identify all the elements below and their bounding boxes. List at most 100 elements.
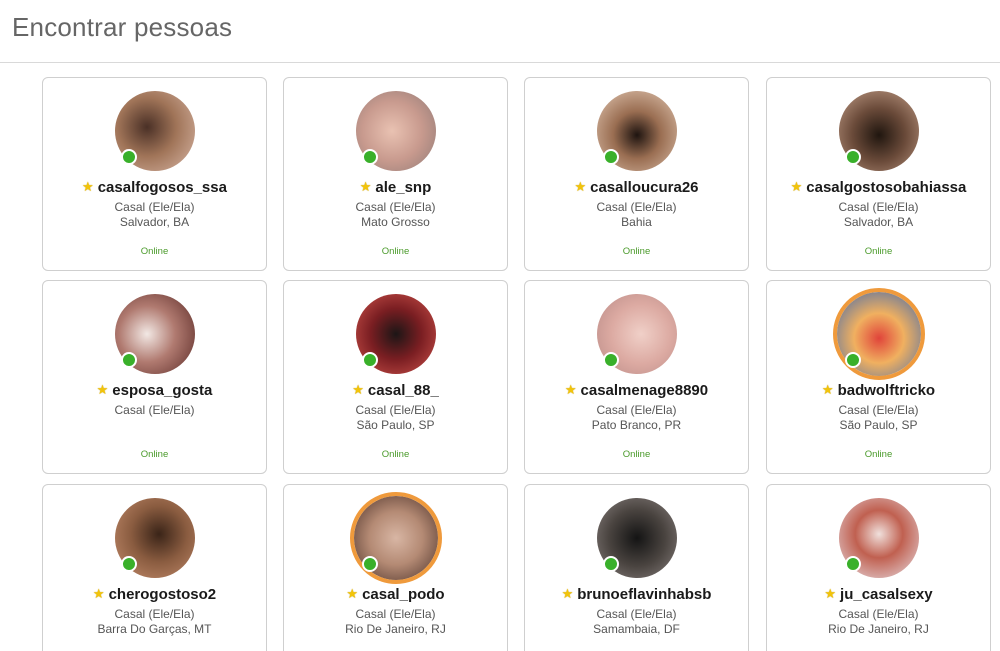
profile-card[interactable]: ★ ale_snp Casal (Ele/Ela) Mato Grosso Online	[283, 77, 508, 271]
location-label: Salvador, BA	[119, 215, 190, 229]
gender-label: Casal (Ele/Ela)	[838, 403, 919, 417]
profile-name[interactable]: ★ ale_snp	[284, 179, 507, 196]
avatar-container[interactable]	[115, 294, 195, 374]
avatar-container[interactable]	[115, 91, 195, 171]
gender-label: Casal (Ele/Ela)	[596, 200, 677, 214]
profile-card[interactable]: ★ casal_88_ Casal (Ele/Ela) São Paulo, SP On…	[283, 280, 508, 474]
gender-label: Casal (Ele/Ela)	[114, 607, 195, 621]
avatar-container[interactable]	[839, 498, 919, 578]
avatar-container[interactable]	[839, 91, 919, 171]
avatar-container[interactable]	[833, 288, 925, 380]
star-icon: ★	[346, 586, 359, 601]
gender-label: Casal (Ele/Ela)	[838, 200, 919, 214]
status-label: Online	[864, 246, 893, 257]
online-dot-icon	[362, 149, 378, 165]
username-label[interactable]: casalloucura26	[590, 179, 698, 196]
username-label[interactable]: ju_casalsexy	[840, 586, 933, 603]
page-title: Encontrar pessoas	[12, 12, 233, 42]
avatar-container[interactable]	[350, 492, 442, 584]
star-icon: ★	[824, 586, 837, 601]
star-icon: ★	[564, 382, 577, 397]
online-dot-icon	[121, 149, 137, 165]
status-label: Online	[622, 449, 651, 460]
location-label: Bahia	[621, 215, 652, 229]
online-dot-icon	[121, 352, 137, 368]
profile-card[interactable]: ★ badwolftricko Casal (Ele/Ela) São Paulo, …	[766, 280, 991, 474]
username-label[interactable]: casal_podo	[362, 586, 445, 603]
star-icon: ★	[790, 179, 803, 194]
location-label: Barra Do Garças, MT	[97, 622, 212, 636]
gender-label: Casal (Ele/Ela)	[596, 403, 677, 417]
location-label: Rio De Janeiro, RJ	[345, 622, 446, 636]
online-dot-icon	[121, 556, 137, 572]
avatar-container[interactable]	[356, 294, 436, 374]
location-label: Salvador, BA	[843, 215, 914, 229]
profile-name[interactable]: ★ casalmenage8890	[525, 382, 748, 399]
avatar-container[interactable]	[597, 91, 677, 171]
gender-label: Casal (Ele/Ela)	[596, 607, 677, 621]
avatar-container[interactable]	[356, 91, 436, 171]
profile-name[interactable]: ★ casalloucura26	[525, 179, 748, 196]
gender-label: Casal (Ele/Ela)	[838, 607, 919, 621]
profile-name[interactable]: ★ casalgostosobahiassa	[767, 179, 990, 196]
avatar[interactable]	[833, 288, 925, 380]
profile-card[interactable]: ★ casalgostosobahiassa Casal (Ele/Ela) Salv…	[766, 77, 991, 271]
location-label: São Paulo, SP	[839, 418, 918, 432]
gender-label: Casal (Ele/Ela)	[355, 403, 436, 417]
username-label[interactable]: casalfogosos_ssa	[98, 179, 227, 196]
gender-label: Casal (Ele/Ela)	[355, 200, 436, 214]
avatar-container[interactable]	[597, 294, 677, 374]
gender-label: Casal (Ele/Ela)	[114, 403, 195, 417]
status-label: Online	[864, 449, 893, 460]
star-icon: ★	[352, 382, 364, 397]
star-icon: ★	[359, 179, 372, 194]
online-dot-icon	[845, 352, 861, 368]
username-label[interactable]: esposa_gosta	[112, 382, 212, 399]
star-icon: ★	[821, 382, 834, 397]
status-label: Online	[381, 449, 410, 460]
username-label[interactable]: casalmenage8890	[581, 382, 709, 399]
profile-name[interactable]: ★ esposa_gosta	[43, 382, 266, 399]
profile-name[interactable]: ★ brunoeflavinhabsb	[525, 586, 748, 603]
profile-name[interactable]: ★ cherogostoso2	[43, 586, 266, 603]
profile-card[interactable]: ★ casalloucura26 Casal (Ele/Ela) Bahia Onlin…	[524, 77, 749, 271]
star-icon: ★	[561, 586, 574, 601]
avatar-container[interactable]	[597, 498, 677, 578]
online-dot-icon	[845, 556, 861, 572]
profile-card[interactable]: ★ casalfogosos_ssa Casal (Ele/Ela) Salvador…	[42, 77, 267, 271]
star-icon: ★	[574, 179, 587, 194]
status-label: Online	[140, 246, 169, 257]
online-dot-icon	[603, 556, 619, 572]
username-label[interactable]: badwolftricko	[838, 382, 936, 399]
avatar[interactable]	[350, 492, 442, 584]
online-dot-icon	[845, 149, 861, 165]
avatar-container[interactable]	[115, 498, 195, 578]
profile-name[interactable]: ★ badwolftricko	[767, 382, 990, 399]
online-dot-icon	[362, 352, 378, 368]
star-icon: ★	[92, 586, 105, 601]
online-dot-icon	[603, 149, 619, 165]
location-label: Rio De Janeiro, RJ	[828, 622, 929, 636]
profile-name[interactable]: ★ casal_podo	[284, 586, 507, 603]
profile-card[interactable]: ★ esposa_gosta Casal (Ele/Ela) Online	[42, 280, 267, 474]
profile-name[interactable]: ★ casal_88_	[284, 382, 507, 399]
username-label[interactable]: cherogostoso2	[109, 586, 217, 603]
gender-label: Casal (Ele/Ela)	[114, 200, 195, 214]
profile-card[interactable]: ★ cherogostoso2 Casal (Ele/Ela) Barra Do Ga…	[42, 484, 267, 651]
profile-name[interactable]: ★ casalfogosos_ssa	[43, 179, 266, 196]
location-label: Samambaia, DF	[593, 622, 680, 636]
username-label[interactable]: casal_88_	[368, 382, 439, 399]
profile-card[interactable]: ★ ju_casalsexy Casal (Ele/Ela) Rio De Janei…	[766, 484, 991, 651]
username-label[interactable]: casalgostosobahiassa	[806, 179, 966, 196]
profile-card[interactable]: ★ casalmenage8890 Casal (Ele/Ela) Pato Bran…	[524, 280, 749, 474]
profile-name[interactable]: ★ ju_casalsexy	[767, 586, 990, 603]
star-icon: ★	[96, 382, 109, 397]
username-label[interactable]: brunoeflavinhabsb	[577, 586, 711, 603]
online-dot-icon	[603, 352, 619, 368]
location-label: São Paulo, SP	[356, 418, 435, 432]
page-header: Encontrar pessoas	[0, 0, 1000, 63]
username-label[interactable]: ale_snp	[375, 179, 431, 196]
profile-card[interactable]: ★ brunoeflavinhabsb Casal (Ele/Ela) Samamba…	[524, 484, 749, 651]
profile-card[interactable]: ★ casal_podo Casal (Ele/Ela) Rio De Janeiro…	[283, 484, 508, 651]
status-label: Online	[381, 246, 410, 257]
